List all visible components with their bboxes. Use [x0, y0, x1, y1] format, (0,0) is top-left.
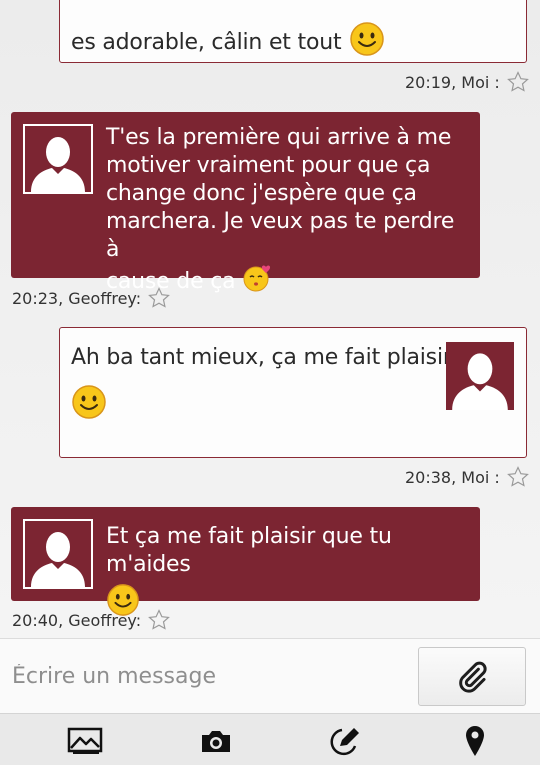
location-pin-icon: [466, 726, 484, 756]
message-text: es adorable, câlin et tout: [71, 30, 342, 55]
smiley-emoji-icon: [349, 21, 385, 65]
message-meta: 20:40, Geoffrey:: [12, 608, 171, 632]
paperclip-icon: [459, 661, 487, 693]
draw-icon: [330, 728, 359, 756]
take-photo-button[interactable]: [196, 724, 236, 758]
person-silhouette-icon: [25, 521, 91, 587]
person-silhouette-icon: [25, 126, 91, 192]
star-icon[interactable]: [147, 608, 171, 632]
kiss-emoji-icon: [243, 264, 273, 300]
star-icon[interactable]: [506, 465, 530, 489]
message-timestamp: 20:38, Moi :: [405, 467, 500, 487]
image-icon: [67, 727, 103, 754]
person-silhouette-icon: [446, 342, 514, 410]
my-avatar: [446, 342, 514, 410]
message-line: motiver vraiment pour que ça: [106, 153, 431, 178]
draw-button[interactable]: [325, 724, 365, 758]
message-bubble-incoming[interactable]: T'es la première qui arrive à me motiver…: [11, 112, 480, 294]
message-line: change donc j'espère que ça: [106, 181, 417, 206]
share-location-button[interactable]: [455, 724, 495, 758]
message-timestamp: 20:19, Moi :: [405, 72, 500, 92]
contact-avatar: [23, 519, 93, 589]
contact-avatar: [23, 124, 93, 194]
attach-button[interactable]: [418, 647, 526, 706]
conversation-thread[interactable]: es adorable, câlin et tout 20:19, Moi :: [0, 0, 540, 638]
message-line: marchera. Je veux pas te perdre à: [106, 209, 455, 262]
message-line: T'es la première qui arrive à me: [106, 125, 452, 150]
message-timestamp: 20:40, Geoffrey:: [12, 610, 142, 630]
camera-icon: [202, 731, 230, 752]
message-bubble-outgoing[interactable]: es adorable, câlin et tout: [59, 0, 527, 63]
message-text: Ah ba tant mieux, ça me fait plaisir: [71, 345, 452, 370]
attachment-toolbar: [0, 713, 540, 765]
star-icon[interactable]: [506, 70, 530, 94]
message-input[interactable]: [0, 639, 410, 713]
message-bubble-incoming[interactable]: Et ça me fait plaisir que tu m'aides: [11, 507, 480, 616]
compose-bar: [0, 638, 540, 713]
message-text: Et ça me fait plaisir que tu m'aides: [106, 524, 392, 577]
star-icon[interactable]: [147, 286, 171, 310]
message-meta: 20:19, Moi :: [405, 70, 530, 94]
message-meta: 20:38, Moi :: [405, 465, 530, 489]
message-bubble-outgoing[interactable]: Ah ba tant mieux, ça me fait plaisir: [59, 327, 527, 458]
message-timestamp: 20:23, Geoffrey:: [12, 288, 142, 308]
insert-image-button[interactable]: [65, 724, 105, 758]
message-meta: 20:23, Geoffrey:: [12, 286, 171, 310]
smiley-emoji-icon: [71, 384, 107, 428]
